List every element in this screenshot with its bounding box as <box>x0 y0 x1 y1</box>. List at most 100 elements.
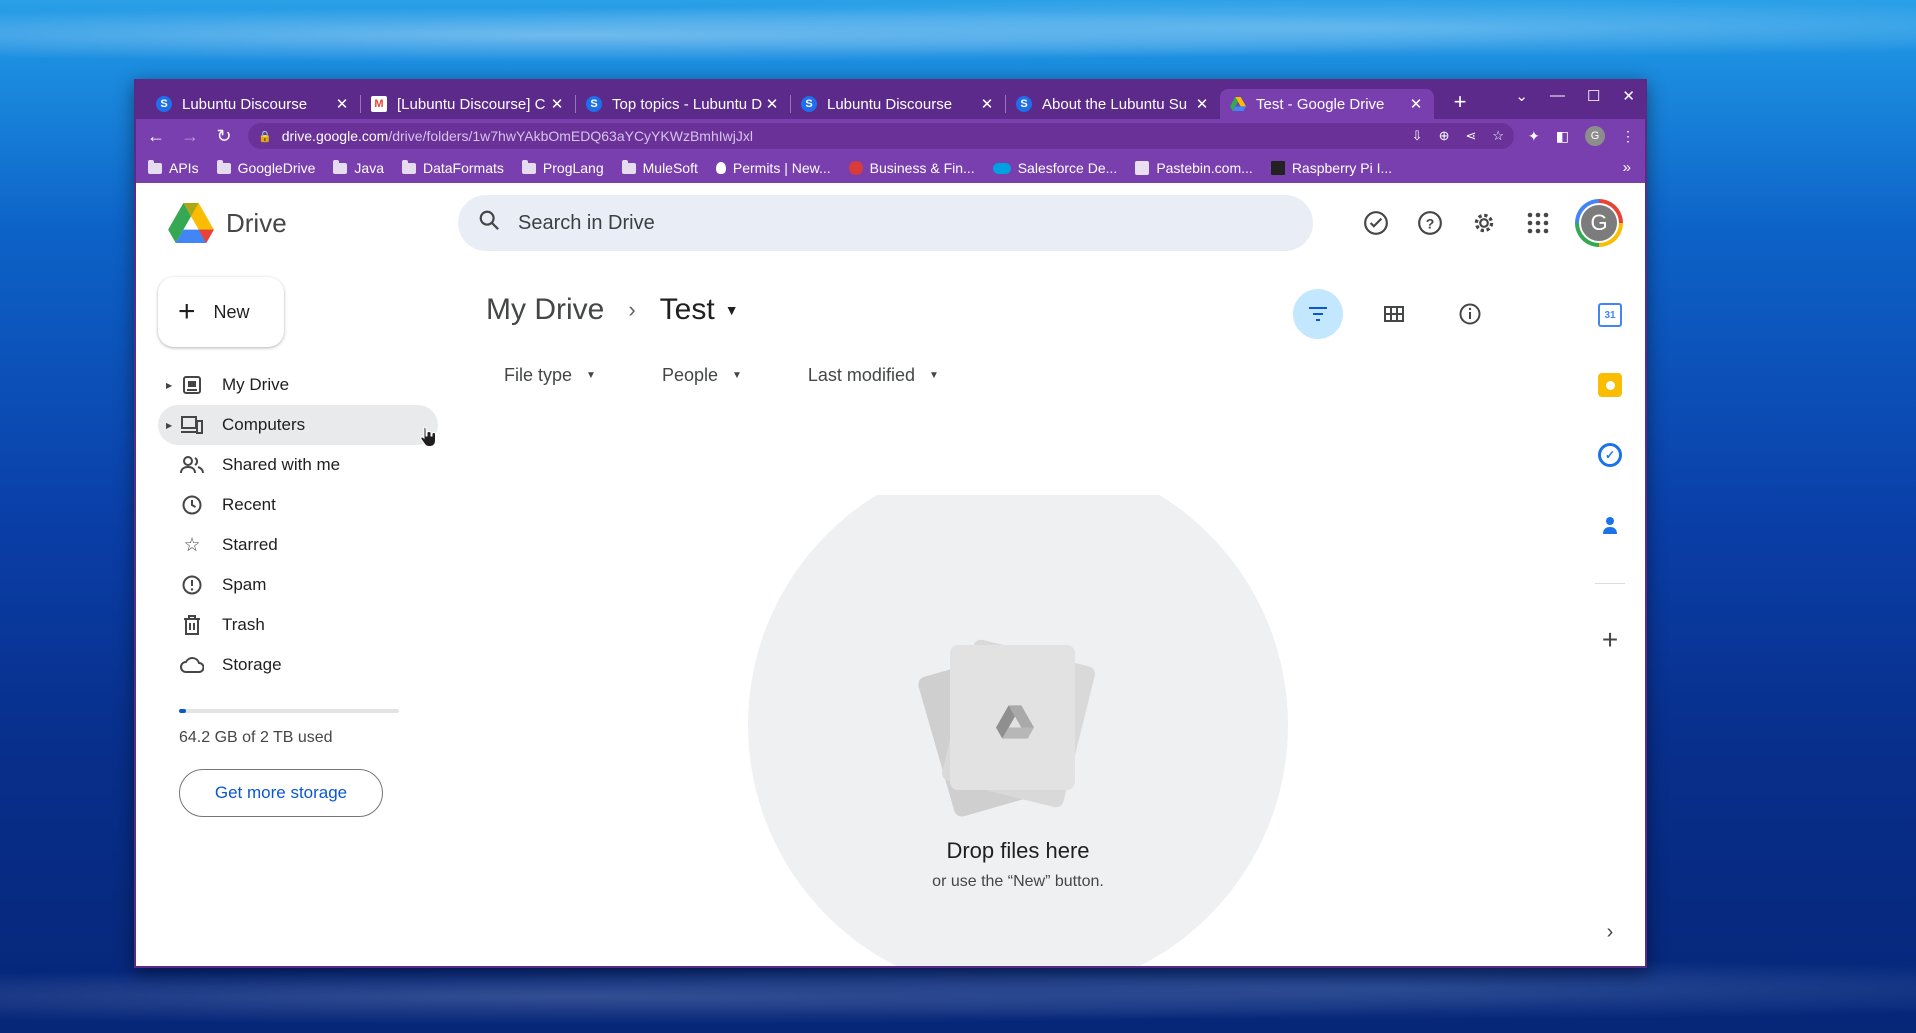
get-addons-plus-icon[interactable]: + <box>1575 624 1645 656</box>
discourse-icon: S <box>1016 96 1032 112</box>
expand-caret-icon[interactable]: ▶ <box>166 421 172 430</box>
filter-file-type[interactable]: File type ▼ <box>486 359 614 391</box>
offline-ready-icon[interactable] <box>1363 210 1389 236</box>
bookmark-label: Java <box>354 160 384 176</box>
new-button[interactable]: + New <box>158 277 284 347</box>
tab-search-icon[interactable]: ⌄ <box>1515 87 1528 105</box>
show-side-panel-chevron-icon[interactable]: › <box>1575 921 1645 944</box>
tab-strip: S Lubuntu Discourse ✕ M [Lubuntu Discour… <box>136 81 1645 119</box>
window-close-icon[interactable]: ✕ <box>1622 87 1635 105</box>
tab[interactable]: S About the Lubuntu Su ✕ <box>1006 89 1220 119</box>
sidebar-item-my-drive[interactable]: ▶ My Drive <box>158 365 438 405</box>
bookmark[interactable]: Raspberry Pi I... <box>1270 160 1393 176</box>
breadcrumb-current-folder[interactable]: Test <box>660 293 715 327</box>
info-icon[interactable] <box>1445 289 1495 339</box>
bookmark-label: Raspberry Pi I... <box>1291 160 1393 176</box>
close-icon[interactable]: ✕ <box>1408 95 1424 113</box>
sidebar-nav: ▶ My Drive ▶ Computers Shared with me Re… <box>136 365 438 685</box>
plus-icon: + <box>178 295 196 328</box>
breadcrumb-my-drive[interactable]: My Drive <box>486 293 604 327</box>
address-bar[interactable]: 🔒 drive.google.com/drive/folders/1w7hwYA… <box>248 123 1515 149</box>
reload-icon[interactable]: ↻ <box>214 126 234 147</box>
grid-view-icon[interactable] <box>1369 289 1419 339</box>
install-icon[interactable]: ⇩ <box>1412 128 1423 144</box>
get-more-storage-button[interactable]: Get more storage <box>179 769 383 817</box>
bookmark[interactable]: Java <box>333 159 384 176</box>
expand-caret-icon[interactable]: ▶ <box>166 381 172 390</box>
bookmark[interactable]: Business & Fin... <box>848 160 975 176</box>
contacts-icon[interactable] <box>1598 513 1622 537</box>
bookmark[interactable]: Permits | New... <box>715 160 831 176</box>
sidebar-item-spam[interactable]: Spam <box>158 565 438 605</box>
filter-people[interactable]: People ▼ <box>644 359 760 391</box>
bookmark-label: Salesforce De... <box>1017 160 1118 176</box>
search-input[interactable]: Search in Drive <box>458 195 1313 251</box>
bookmark-label: DataFormats <box>422 160 504 176</box>
bookmark-star-icon[interactable]: ☆ <box>1492 128 1504 144</box>
tab[interactable]: S Top topics - Lubuntu D ✕ <box>576 89 790 119</box>
tab[interactable]: M [Lubuntu Discourse] C ✕ <box>361 89 575 119</box>
menu-icon[interactable]: ⋮ <box>1621 128 1635 145</box>
close-icon[interactable]: ✕ <box>334 95 350 113</box>
drive-watermark-icon <box>996 705 1034 739</box>
drive-logo[interactable]: Drive <box>168 203 458 243</box>
bookmark[interactable]: DataFormats <box>401 159 504 176</box>
bookmark[interactable]: GoogleDrive <box>216 159 315 176</box>
bookmark[interactable]: Salesforce De... <box>992 160 1118 176</box>
close-icon[interactable]: ✕ <box>764 95 780 113</box>
empty-state: Drop files here or use the “New” button. <box>748 495 1288 966</box>
bookmark[interactable]: MuleSoft <box>621 159 698 176</box>
sidebar-item-shared[interactable]: Shared with me <box>158 445 438 485</box>
cloud-icon <box>180 653 204 677</box>
zoom-icon[interactable]: ⊕ <box>1439 128 1450 144</box>
side-panel-icon[interactable]: ◧ <box>1556 128 1569 145</box>
sidebar-item-computers[interactable]: ▶ Computers <box>158 405 438 445</box>
sidebar: + New ▶ My Drive ▶ Computers Shared with… <box>136 263 438 966</box>
apps-grid-icon[interactable] <box>1525 210 1551 236</box>
bookmark[interactable]: Pastebin.com... <box>1135 160 1253 176</box>
tab-active[interactable]: Test - Google Drive ✕ <box>1220 89 1434 119</box>
bookmarks-overflow-icon[interactable]: » <box>1623 159 1631 176</box>
search-icon[interactable] <box>478 209 500 238</box>
folder-icon <box>333 159 348 174</box>
sidebar-item-trash[interactable]: Trash <box>158 605 438 645</box>
sidebar-item-label: My Drive <box>222 375 290 394</box>
bookmarks-bar: APIs GoogleDrive Java DataFormats ProgLa… <box>136 153 1645 183</box>
sidebar-item-recent[interactable]: Recent <box>158 485 438 525</box>
storage-text: 64.2 GB of 2 TB used <box>179 729 333 746</box>
tab[interactable]: S Lubuntu Discourse ✕ <box>146 89 360 119</box>
filter-icon[interactable] <box>1293 289 1343 339</box>
close-icon[interactable]: ✕ <box>979 95 995 113</box>
main-content: My Drive › Test ▼ File type ▼ People ▼ L… <box>486 263 1575 966</box>
profile-avatar[interactable]: G <box>1585 126 1605 146</box>
shared-icon <box>180 453 204 477</box>
share-icon[interactable]: ⋖ <box>1465 128 1476 144</box>
bookmark[interactable]: APIs <box>148 159 199 176</box>
filter-chips: File type ▼ People ▼ Last modified ▼ <box>486 359 1575 391</box>
sidebar-item-label: Recent <box>222 495 276 514</box>
account-avatar[interactable]: G <box>1575 199 1623 247</box>
bookmark[interactable]: ProgLang <box>521 159 604 176</box>
back-icon[interactable]: ← <box>146 126 166 147</box>
maximize-icon[interactable]: ☐ <box>1587 87 1600 105</box>
close-icon[interactable]: ✕ <box>549 95 565 113</box>
calendar-icon[interactable]: 31 <box>1598 303 1622 327</box>
extensions-icon[interactable]: ✦ <box>1528 128 1540 145</box>
close-icon[interactable]: ✕ <box>1194 95 1210 113</box>
minimize-icon[interactable]: — <box>1550 87 1565 105</box>
help-icon[interactable]: ? <box>1417 210 1443 236</box>
lock-icon[interactable]: 🔒 <box>258 130 272 143</box>
new-tab-icon[interactable]: + <box>1448 89 1472 115</box>
forward-icon[interactable]: → <box>180 126 200 147</box>
dropdown-caret-icon: ▼ <box>732 369 742 381</box>
sidebar-item-starred[interactable]: ☆ Starred <box>158 525 438 565</box>
tab-title: Lubuntu Discourse <box>182 95 308 113</box>
sidebar-item-storage[interactable]: Storage <box>158 645 438 685</box>
side-panel-rail: 31 ✓ + › <box>1575 263 1645 966</box>
settings-gear-icon[interactable] <box>1471 210 1497 236</box>
filter-last-modified[interactable]: Last modified ▼ <box>790 359 957 391</box>
tab[interactable]: S Lubuntu Discourse ✕ <box>791 89 1005 119</box>
tasks-icon[interactable]: ✓ <box>1598 443 1622 467</box>
keep-icon[interactable] <box>1598 373 1622 397</box>
folder-menu-caret-icon[interactable]: ▼ <box>725 302 739 318</box>
